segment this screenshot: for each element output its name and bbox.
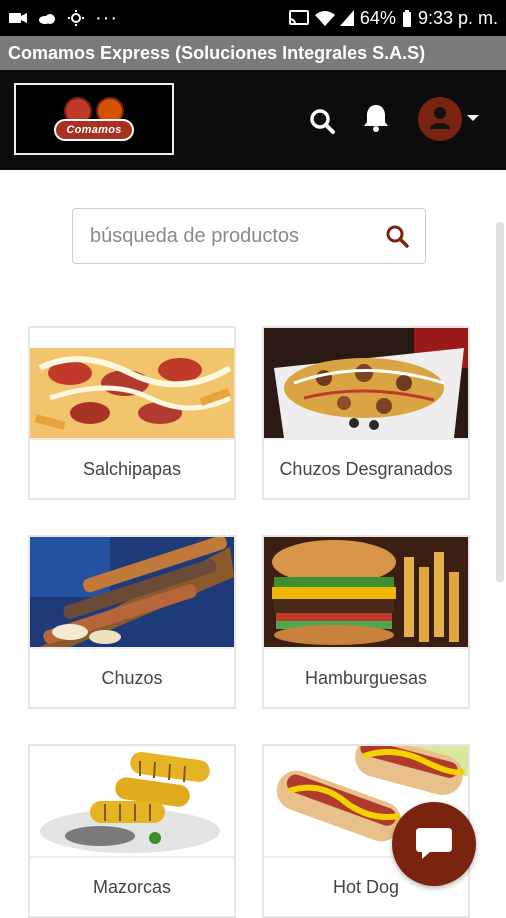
category-card-chuzos[interactable]: Chuzos bbox=[28, 535, 236, 709]
bell-icon[interactable] bbox=[362, 103, 390, 133]
category-label: Chuzos bbox=[30, 647, 234, 707]
category-card-chuzos-desgranados[interactable]: Chuzos Desgranados bbox=[262, 326, 470, 500]
category-card-mazorcas[interactable]: Mazorcas bbox=[28, 744, 236, 918]
user-icon bbox=[430, 107, 450, 129]
category-label: Hamburguesas bbox=[264, 647, 468, 707]
hamburguesas-image bbox=[264, 537, 468, 647]
battery-percentage: 64% bbox=[359, 7, 396, 28]
clock: 9:33 p. m. bbox=[417, 7, 498, 28]
mazorcas-image bbox=[30, 746, 234, 856]
chat-icon bbox=[416, 828, 452, 859]
search-input[interactable] bbox=[90, 224, 370, 248]
chuzos-desgranados-image bbox=[264, 328, 468, 438]
salchipapas-image bbox=[30, 328, 234, 438]
status-bar: ··· 64% 9:33 p. m. bbox=[0, 0, 506, 36]
brightness-icon bbox=[66, 10, 86, 26]
chevron-down-icon[interactable] bbox=[467, 115, 479, 121]
search-submit-icon[interactable] bbox=[385, 224, 409, 248]
product-search-field[interactable] bbox=[72, 208, 426, 264]
wifi-icon bbox=[314, 10, 335, 26]
chat-button[interactable] bbox=[392, 802, 476, 886]
category-label: Mazorcas bbox=[30, 856, 234, 916]
search-icon[interactable] bbox=[309, 108, 335, 134]
scrollbar[interactable] bbox=[496, 222, 504, 582]
battery-icon bbox=[402, 10, 412, 27]
category-card-hamburguesas[interactable]: Hamburguesas bbox=[262, 535, 470, 709]
category-label: Chuzos Desgranados bbox=[264, 438, 468, 498]
app-header: Comamos bbox=[0, 70, 506, 170]
chuzos-image bbox=[30, 537, 234, 647]
cloud-icon bbox=[37, 10, 57, 26]
category-label: Salchipapas bbox=[30, 438, 234, 498]
cast-icon bbox=[288, 10, 309, 26]
brand-logo[interactable]: Comamos bbox=[14, 83, 174, 155]
signal-icon bbox=[339, 10, 354, 26]
app-title-bar: Comamos Express (Soluciones Integrales S… bbox=[0, 36, 506, 70]
main-content: Salchipapas Chuzos Desgranados bbox=[0, 170, 506, 918]
account-avatar[interactable] bbox=[418, 97, 462, 141]
logo-text: Comamos bbox=[54, 119, 134, 141]
more-notifications-icon: ··· bbox=[95, 6, 118, 29]
category-card-salchipapas[interactable]: Salchipapas bbox=[28, 326, 236, 500]
app-title: Comamos Express (Soluciones Integrales S… bbox=[8, 42, 426, 63]
video-icon bbox=[8, 10, 28, 26]
